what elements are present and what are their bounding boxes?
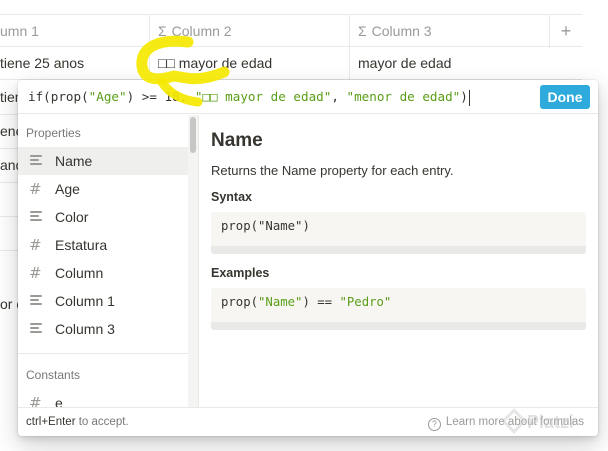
table-cell-fragment: ene bbox=[0, 123, 20, 139]
property-item-column-3[interactable]: Column 3 bbox=[18, 315, 188, 343]
property-label: Age bbox=[55, 181, 80, 197]
formula-sidebar: Properties Name # Age Color # Estatura #… bbox=[18, 115, 198, 407]
learn-more-link[interactable]: ? Learn more about formulas bbox=[427, 408, 584, 436]
property-item-color[interactable]: Color bbox=[18, 203, 188, 231]
question-circle-icon: ? bbox=[427, 418, 441, 431]
column-header-label: umn 1 bbox=[0, 23, 39, 39]
text-lines-icon bbox=[29, 322, 43, 336]
table-cell-fragment: tien bbox=[0, 89, 20, 105]
formula-input-bar: if(prop("Age") >= 18, "□□ mayor de edad"… bbox=[18, 80, 598, 114]
number-hash-icon: # bbox=[29, 180, 42, 198]
formula-token: ) >= 18, bbox=[126, 89, 195, 104]
text-caret bbox=[468, 89, 470, 106]
column-header-1[interactable]: umn 1 bbox=[0, 15, 149, 48]
accept-hint: ctrl+Enter to accept. bbox=[26, 408, 129, 436]
table-cell[interactable]: tiene 25 anos bbox=[0, 47, 149, 80]
add-column-button[interactable]: + bbox=[549, 15, 582, 48]
code-token: "Name" bbox=[258, 219, 303, 233]
constant-label: e bbox=[55, 395, 63, 407]
shortcut-key: ctrl+Enter bbox=[26, 416, 76, 428]
property-item-age[interactable]: # Age bbox=[18, 175, 188, 203]
column-header-label: Column 3 bbox=[371, 23, 432, 39]
example-code-block: prop("Name") == "Pedro" bbox=[211, 288, 586, 330]
formula-input[interactable]: if(prop("Age") >= 18, "□□ mayor de edad"… bbox=[28, 80, 470, 114]
number-hash-icon: # bbox=[29, 264, 42, 282]
table-cell[interactable]: mayor de edad bbox=[349, 47, 549, 80]
row-divider bbox=[0, 250, 20, 251]
formula-sigma-icon: Σ bbox=[158, 23, 167, 39]
table-cell-fragment: and bbox=[0, 157, 20, 173]
table-cell[interactable]: □□ mayor de edad bbox=[149, 47, 349, 80]
code-token: prop( bbox=[221, 219, 259, 233]
formula-footer: ctrl+Enter to accept. ? Learn more about … bbox=[18, 407, 598, 436]
code-token: prop( bbox=[221, 295, 259, 309]
property-item-column-1[interactable]: Column 1 bbox=[18, 287, 188, 315]
property-label: Column 1 bbox=[55, 293, 115, 309]
formula-string: "menor de edad" bbox=[346, 89, 461, 104]
learn-more-text: Learn more about formulas bbox=[445, 416, 584, 428]
doc-description: Returns the Name property for each entry… bbox=[211, 163, 454, 178]
formula-editor-popup: if(prop("Age") >= 18, "□□ mayor de edad"… bbox=[18, 80, 598, 436]
table-header-row: umn 1 Σ Column 2 Σ Column 3 + bbox=[0, 14, 582, 48]
constants-heading: Constants bbox=[26, 368, 81, 382]
column-header-3[interactable]: Σ Column 3 bbox=[349, 15, 549, 48]
number-hash-icon: # bbox=[29, 394, 42, 408]
property-label: Name bbox=[55, 153, 93, 169]
documentation-pane: Name Returns the Name property for each … bbox=[198, 115, 598, 407]
property-label: Color bbox=[55, 209, 89, 225]
syntax-code-block: prop("Name") bbox=[211, 212, 586, 254]
text-lines-icon bbox=[29, 294, 43, 308]
formula-string: "Age" bbox=[88, 89, 127, 104]
done-button[interactable]: Done bbox=[540, 85, 590, 109]
sidebar-scrollbar[interactable] bbox=[188, 115, 198, 407]
code-token: ) bbox=[302, 219, 310, 233]
table-cell-fragment: or c bbox=[0, 296, 20, 312]
property-label: Column 3 bbox=[55, 321, 115, 337]
section-divider bbox=[18, 353, 188, 354]
column-header-2[interactable]: Σ Column 2 bbox=[149, 15, 349, 48]
hint-text: to accept. bbox=[75, 416, 129, 428]
code-string: "Name" bbox=[258, 295, 303, 309]
constant-item-e[interactable]: # e bbox=[18, 389, 188, 407]
sidebar-scrollbar-thumb[interactable] bbox=[190, 117, 196, 153]
property-item-estatura[interactable]: # Estatura bbox=[18, 231, 188, 259]
properties-heading: Properties bbox=[26, 126, 81, 140]
code-string: "Pedro" bbox=[339, 295, 392, 309]
code-scrollbar[interactable] bbox=[211, 322, 586, 330]
property-label: Estatura bbox=[55, 237, 108, 253]
text-lines-icon bbox=[29, 154, 43, 168]
examples-heading: Examples bbox=[211, 266, 270, 280]
row-divider bbox=[0, 182, 20, 183]
syntax-heading: Syntax bbox=[211, 190, 252, 204]
column-header-label: Column 2 bbox=[171, 23, 232, 39]
code-token: ) == bbox=[302, 295, 340, 309]
table-row: tiene 25 anos □□ mayor de edad mayor de … bbox=[0, 47, 582, 80]
doc-title: Name bbox=[211, 130, 263, 151]
property-item-name[interactable]: Name bbox=[18, 147, 188, 175]
formula-string: "□□ mayor de edad" bbox=[194, 89, 332, 104]
property-label: Column bbox=[55, 265, 104, 281]
formula-token: , bbox=[331, 89, 347, 104]
row-divider bbox=[0, 216, 20, 217]
code-scrollbar[interactable] bbox=[211, 246, 586, 254]
text-lines-icon bbox=[29, 210, 43, 224]
formula-sigma-icon: Σ bbox=[358, 23, 367, 39]
property-item-column[interactable]: # Column bbox=[18, 259, 188, 287]
number-hash-icon: # bbox=[29, 236, 42, 254]
formula-token: if(prop( bbox=[28, 89, 89, 104]
formula-token: ) bbox=[460, 89, 468, 104]
